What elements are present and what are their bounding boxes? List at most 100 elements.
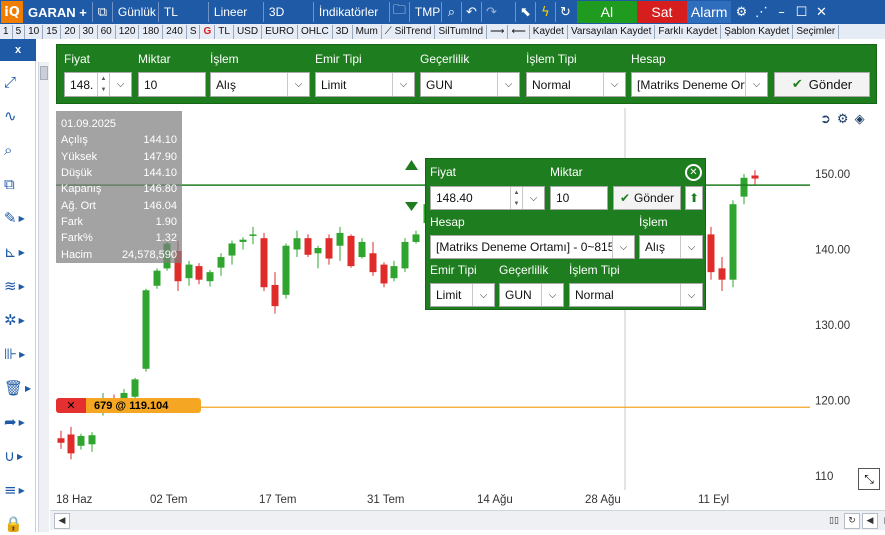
external-link-icon[interactable]: ⧉ [91, 2, 112, 22]
left-scroll-thumb[interactable] [40, 66, 48, 80]
dlg-qty-input[interactable]: 10 [550, 186, 608, 210]
view-3d-button[interactable]: 3D [262, 2, 313, 22]
add-symbol-button[interactable]: + [79, 5, 87, 20]
cursor-icon[interactable]: ⬉ [514, 2, 535, 22]
currency-tl[interactable]: TL [215, 24, 234, 39]
currency-selector[interactable]: TL [157, 2, 208, 22]
dlg-account-select[interactable]: [Matriks Deneme Ortamı] - 0~815 ⌵ [430, 235, 635, 259]
fibonacci-tool-icon[interactable]: ≋ ▶ [4, 275, 34, 297]
undo-icon[interactable]: ↶ [460, 2, 481, 22]
share-icon[interactable]: ⋰ [751, 2, 771, 22]
price-input[interactable]: 148. ▲ ▼ ⌵ [64, 72, 132, 97]
alarm-button[interactable]: Alarm [686, 1, 732, 23]
period-180[interactable]: 180 [139, 24, 164, 39]
left-scrollbar[interactable] [38, 62, 49, 532]
zoom-icon[interactable]: ⌕ [440, 2, 461, 22]
period-s[interactable]: S [187, 24, 201, 39]
chevron-down-icon[interactable]: ⌵ [680, 236, 702, 258]
spin-down-icon[interactable]: ▼ [101, 87, 107, 93]
magnifier-icon[interactable]: ⌕ [4, 139, 34, 161]
ruler-tool-icon[interactable]: ⊪ ▶ [4, 343, 34, 365]
period-20[interactable]: 20 [61, 24, 80, 39]
fit-chart-icon[interactable]: ⤡ [858, 468, 880, 490]
scroll-to-end-icon[interactable]: ↻ [844, 513, 860, 529]
close-dialog-icon[interactable]: ✕ [685, 164, 702, 181]
chevron-down-icon[interactable]: ⌵ [287, 73, 309, 96]
arrow-right-icon[interactable]: ⟶ [487, 24, 509, 39]
horizontal-scrollbar[interactable]: ◀ ▯▯ ↻ ◀ ▶ [50, 510, 885, 530]
dlg-trade-type-select[interactable]: Normal ⌵ [569, 283, 703, 307]
chart-settings-icon[interactable]: ⚙ [837, 112, 849, 127]
period-selector[interactable]: Günlük [111, 2, 158, 22]
close-icon[interactable]: ✕ [811, 2, 831, 22]
sell-button[interactable]: Sat [636, 1, 687, 23]
scale-selector[interactable]: Lineer [207, 2, 263, 22]
buy-button[interactable]: Al [576, 1, 637, 23]
trash-icon[interactable]: 🗑 ▶ [4, 377, 34, 399]
pencil-tool-icon[interactable]: ✎ ▶ [4, 207, 34, 229]
crop-icon[interactable]: ⧉ [4, 173, 34, 195]
dlg-validity-select[interactable]: GUN ⌵ [499, 283, 564, 307]
chevron-down-icon[interactable]: ⌵ [541, 284, 563, 306]
chart-type-candle[interactable]: Mum [353, 24, 382, 39]
chevron-down-icon[interactable]: ⌵ [603, 73, 625, 96]
period-120[interactable]: 120 [116, 24, 140, 39]
chart-type-ohlc[interactable]: OHLC [298, 24, 333, 39]
dlg-side-select[interactable]: Alış ⌵ [639, 235, 703, 259]
chevron-down-icon[interactable]: ⌵ [522, 187, 544, 209]
wand-tool-icon[interactable]: ✲ ▶ [4, 309, 34, 331]
layers-icon[interactable]: ◈ [855, 112, 865, 127]
save-default-button[interactable]: Varsayılan Kaydet [568, 24, 656, 39]
dlg-order-type-select[interactable]: Limit ⌵ [430, 283, 495, 307]
dlg-send-button[interactable]: ✔ Gönder [613, 186, 681, 210]
minimize-icon[interactable]: – [771, 2, 791, 22]
template-button[interactable]: TMP [408, 2, 441, 22]
account-select[interactable]: [Matriks Deneme Ort ⌵ [631, 72, 768, 97]
refresh-icon[interactable]: ↻ [554, 2, 575, 22]
arrow-tool-icon[interactable]: ➦ ▶ [4, 411, 34, 433]
navigate-icon[interactable]: ➲ [820, 112, 831, 127]
send-order-button[interactable]: ✔ Gönder [774, 72, 870, 97]
order-type-select[interactable]: Limit ⌵ [315, 72, 415, 97]
dlg-price-spinner[interactable]: ▲ ▼ [510, 187, 522, 209]
spin-up-icon[interactable]: ▲ [101, 76, 107, 82]
maximize-icon[interactable]: ☐ [791, 2, 811, 22]
selections-button[interactable]: Seçimler [793, 24, 840, 39]
delete-trend-button[interactable]: ⟋ SilTrend [382, 24, 436, 39]
folder-icon[interactable]: 🗀 [388, 2, 409, 22]
period-5[interactable]: 5 [13, 24, 26, 39]
arrow-up-icon[interactable]: ⬆ [685, 186, 703, 210]
indicators-menu[interactable]: İndikatörler [312, 2, 389, 22]
period-60[interactable]: 60 [98, 24, 116, 39]
side-select[interactable]: Alış ⌵ [210, 72, 310, 97]
period-15[interactable]: 15 [43, 24, 62, 39]
qty-input[interactable]: 10 [138, 72, 206, 97]
scroll-prev-icon[interactable]: ◀ [862, 513, 878, 529]
period-g[interactable]: G [200, 24, 216, 39]
measure-tool-icon[interactable]: ⊾ ▶ [4, 241, 34, 263]
scroll-handle-icon[interactable]: ▯▯ [826, 513, 842, 529]
currency-euro[interactable]: EURO [262, 24, 298, 39]
lightning-icon[interactable]: ϟ [534, 2, 555, 22]
validity-select[interactable]: GUN ⌵ [420, 72, 520, 97]
currency-usd[interactable]: USD [234, 24, 263, 39]
period-1[interactable]: 1 [0, 24, 13, 39]
magnet-icon[interactable]: ∪ ▶ [4, 445, 34, 467]
period-240[interactable]: 240 [163, 24, 187, 39]
save-as-button[interactable]: Farklı Kaydet [655, 24, 722, 39]
redo-icon[interactable]: ↷ [480, 2, 501, 22]
chevron-down-icon[interactable]: ⌵ [497, 73, 519, 96]
close-position-icon[interactable]: ✕ [56, 398, 86, 413]
save-button[interactable]: Kaydet [530, 24, 568, 39]
close-toolbar-button[interactable]: x [0, 39, 36, 61]
period-10[interactable]: 10 [25, 24, 44, 39]
delete-all-indicators-button[interactable]: SilTumInd [435, 24, 488, 39]
trend-icon[interactable]: ∿ [4, 105, 34, 127]
period-30[interactable]: 30 [80, 24, 98, 39]
chevron-down-icon[interactable]: ⌵ [109, 73, 131, 96]
save-template-button[interactable]: Şablon Kaydet [721, 24, 794, 39]
symbol-selector[interactable]: GARAN + [23, 2, 92, 22]
position-tag[interactable]: ✕ 679 @ 119.104 [56, 398, 201, 413]
chevron-down-icon[interactable]: ⌵ [612, 236, 634, 258]
chevron-down-icon[interactable]: ⌵ [680, 284, 702, 306]
